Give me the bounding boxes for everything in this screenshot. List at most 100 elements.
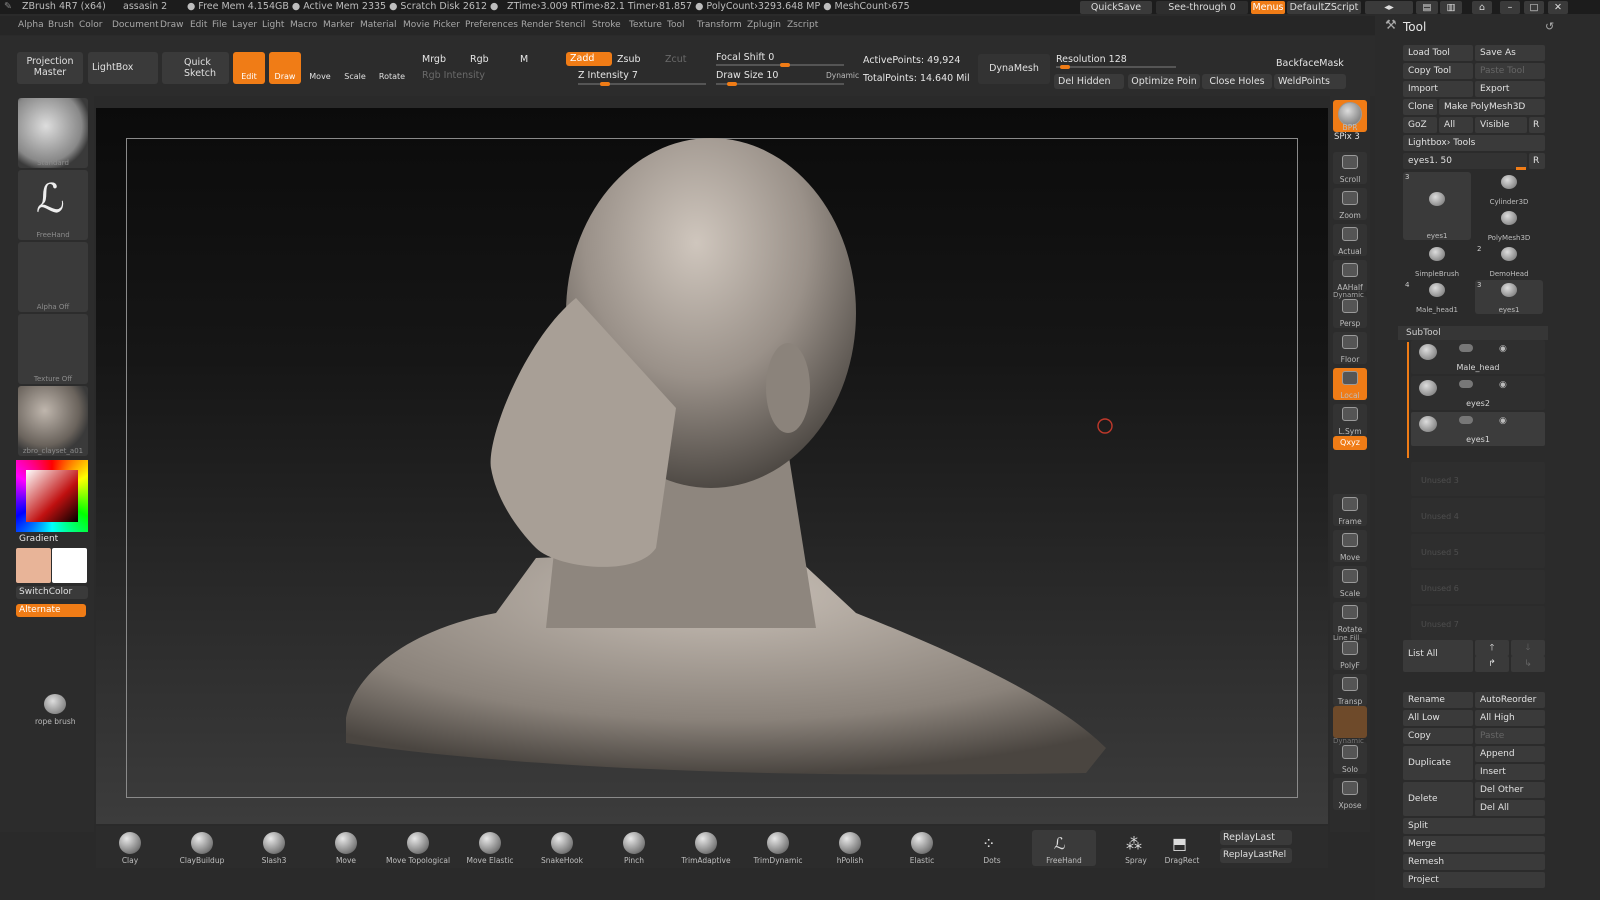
subtool-unused-row[interactable]: Unused 3 — [1411, 462, 1545, 496]
frame-button[interactable]: Frame — [1333, 494, 1367, 526]
menu-tool[interactable]: Tool — [667, 20, 684, 30]
backface-mask-button[interactable]: BackfaceMask — [1276, 58, 1344, 69]
zadd-button[interactable]: Zadd — [566, 52, 612, 66]
split-button[interactable]: Split — [1403, 818, 1545, 834]
xpose-button[interactable]: Xpose — [1333, 778, 1367, 810]
pin-icon[interactable]: ⚒ — [1385, 18, 1397, 33]
rotate-arrow-icon[interactable]: ↱ — [1475, 656, 1509, 672]
menu-edit[interactable]: Edit — [190, 20, 207, 30]
brush-snakehook-button[interactable]: SnakeHook — [530, 830, 594, 866]
polyf-button[interactable]: PolyF — [1333, 638, 1367, 670]
paste-tool-button[interactable]: Paste Tool — [1475, 63, 1545, 79]
layout-arrows-icon[interactable]: ◂▸ — [1365, 1, 1413, 14]
material-thumb[interactable]: zbro_clayset_a01 — [18, 386, 88, 456]
brush-standard-thumb[interactable]: Standard — [18, 98, 88, 168]
current-tool-slider[interactable]: eyes1. 50 — [1403, 153, 1527, 169]
layout-icon[interactable]: ▤ — [1416, 1, 1438, 14]
menu-zscript[interactable]: Zscript — [787, 20, 818, 30]
brush-trimdynamic-button[interactable]: TrimDynamic — [746, 830, 810, 866]
main-color-swatch[interactable] — [16, 548, 51, 583]
del-other-button[interactable]: Del Other — [1475, 782, 1545, 798]
tool-item-eyes1[interactable]: eyes1 3 — [1475, 280, 1543, 314]
quicksave-button[interactable]: QuickSave — [1080, 1, 1152, 14]
local-button[interactable]: Local — [1333, 368, 1367, 400]
aahalf-button[interactable]: AAHalf — [1333, 260, 1367, 292]
menu-preferences[interactable]: Preferences — [465, 20, 518, 30]
brush-move-topological-button[interactable]: Move Topological — [386, 830, 450, 866]
rope-brush-icon[interactable] — [44, 694, 66, 714]
load-tool-button[interactable]: Load Tool — [1403, 45, 1473, 61]
focal-shift-slider[interactable]: Focal Shift 0 — [716, 52, 774, 63]
list-all-button[interactable]: List All — [1403, 640, 1473, 672]
sculpt-model[interactable] — [96, 108, 1328, 824]
menus-toggle[interactable]: Menus — [1251, 1, 1285, 14]
gradient-toggle[interactable]: Gradient — [19, 534, 58, 544]
copy-tool-button[interactable]: Copy Tool — [1403, 63, 1473, 79]
secondary-color-swatch[interactable] — [52, 548, 87, 583]
rgb-button[interactable]: Rgb — [470, 54, 489, 65]
m-button[interactable]: M — [520, 54, 528, 65]
clone-button[interactable]: Clone — [1403, 99, 1437, 115]
eye-icon[interactable]: ◉ — [1499, 380, 1507, 390]
menu-alpha[interactable]: Alpha — [18, 20, 44, 30]
maximize-icon[interactable]: □ — [1524, 1, 1544, 14]
scroll-button[interactable]: Scroll — [1333, 152, 1367, 184]
edit-mode-button[interactable]: Edit — [233, 52, 265, 84]
tool-item-polymesh3d[interactable]: PolyMesh3D — [1475, 208, 1543, 242]
scale-mode-button[interactable]: Scale — [340, 52, 370, 84]
dynamic-solo-toggle[interactable] — [1333, 706, 1367, 738]
default-zscript-button[interactable]: DefaultZScript — [1287, 1, 1361, 14]
draw-mode-button[interactable]: Draw — [269, 52, 301, 84]
replaylastrel-button[interactable]: ReplayLastRel — [1220, 848, 1292, 863]
texture-thumb[interactable]: Texture Off — [18, 314, 88, 384]
del-all-button[interactable]: Del All — [1475, 800, 1545, 816]
insert-button[interactable]: Insert — [1475, 764, 1545, 780]
projection-master-button[interactable]: Projection Master — [17, 52, 83, 84]
tool-item-male-head1[interactable]: Male_head1 4 — [1403, 280, 1471, 314]
draw-size-slider[interactable]: Draw Size 10 — [716, 70, 778, 81]
close-icon[interactable]: ✕ — [1548, 1, 1568, 14]
subtool-row-eyes2[interactable]: ◉ eyes2 — [1411, 376, 1545, 410]
merge-button[interactable]: Merge — [1403, 836, 1545, 852]
menu-marker[interactable]: Marker — [323, 20, 354, 30]
subtool-header[interactable]: SubTool — [1398, 326, 1548, 340]
subtool-unused-row[interactable]: Unused 4 — [1411, 498, 1545, 532]
brush-hpolish-button[interactable]: hPolish — [818, 830, 882, 866]
freehand-stroke-button[interactable]: ℒ FreeHand — [1032, 830, 1096, 866]
xyz-button[interactable]: Qxyz — [1333, 436, 1367, 450]
tool-item-simplebrush[interactable]: SimpleBrush — [1403, 244, 1471, 278]
color-picker[interactable] — [16, 460, 88, 532]
transp-button[interactable]: Transp — [1333, 674, 1367, 706]
brush-trimadaptive-button[interactable]: TrimAdaptive — [674, 830, 738, 866]
rotate-mode-button[interactable]: Rotate — [376, 52, 408, 84]
save-as-button[interactable]: Save As — [1475, 45, 1545, 61]
dynamic-toggle[interactable]: Dynamic — [826, 71, 859, 80]
current-tool-knob[interactable] — [1516, 167, 1526, 170]
append-button[interactable]: Append — [1475, 746, 1545, 762]
solo-button[interactable]: Solo — [1333, 742, 1367, 774]
z-intensity-knob[interactable] — [600, 82, 610, 86]
tool-item-demohead[interactable]: DemoHead 2 — [1475, 244, 1543, 278]
floor-button[interactable]: Floor — [1333, 332, 1367, 364]
corner-arrow-icon[interactable]: ↳ — [1511, 656, 1545, 672]
dots-stroke-button[interactable]: ⁘ Dots — [960, 830, 1024, 866]
subtool-toggle[interactable] — [1459, 416, 1473, 424]
color-square[interactable] — [26, 470, 78, 522]
goz-all-button[interactable]: All — [1439, 117, 1473, 133]
all-low-button[interactable]: All Low — [1403, 710, 1473, 726]
lsym-button[interactable]: L.Sym — [1333, 404, 1367, 436]
menu-macro[interactable]: Macro — [290, 20, 317, 30]
menu-stroke[interactable]: Stroke — [592, 20, 621, 30]
project-button[interactable]: Project — [1403, 872, 1545, 888]
mrgb-button[interactable]: Mrgb — [422, 54, 446, 65]
subtool-toggle[interactable] — [1459, 344, 1473, 352]
brush-claybuildup-button[interactable]: ClayBuildup — [170, 830, 234, 866]
spix-slider[interactable]: SPix 3 — [1334, 132, 1360, 142]
copy-subtool-button[interactable]: Copy — [1403, 728, 1473, 744]
alternate-button[interactable]: Alternate — [16, 604, 86, 617]
zsub-button[interactable]: Zsub — [617, 54, 641, 65]
move-up-arrow-icon[interactable]: 🡑 — [1475, 640, 1509, 656]
menu-stencil[interactable]: Stencil — [555, 20, 585, 30]
scale-view-button[interactable]: Scale — [1333, 566, 1367, 598]
rotate-view-button[interactable]: Rotate — [1333, 602, 1367, 634]
